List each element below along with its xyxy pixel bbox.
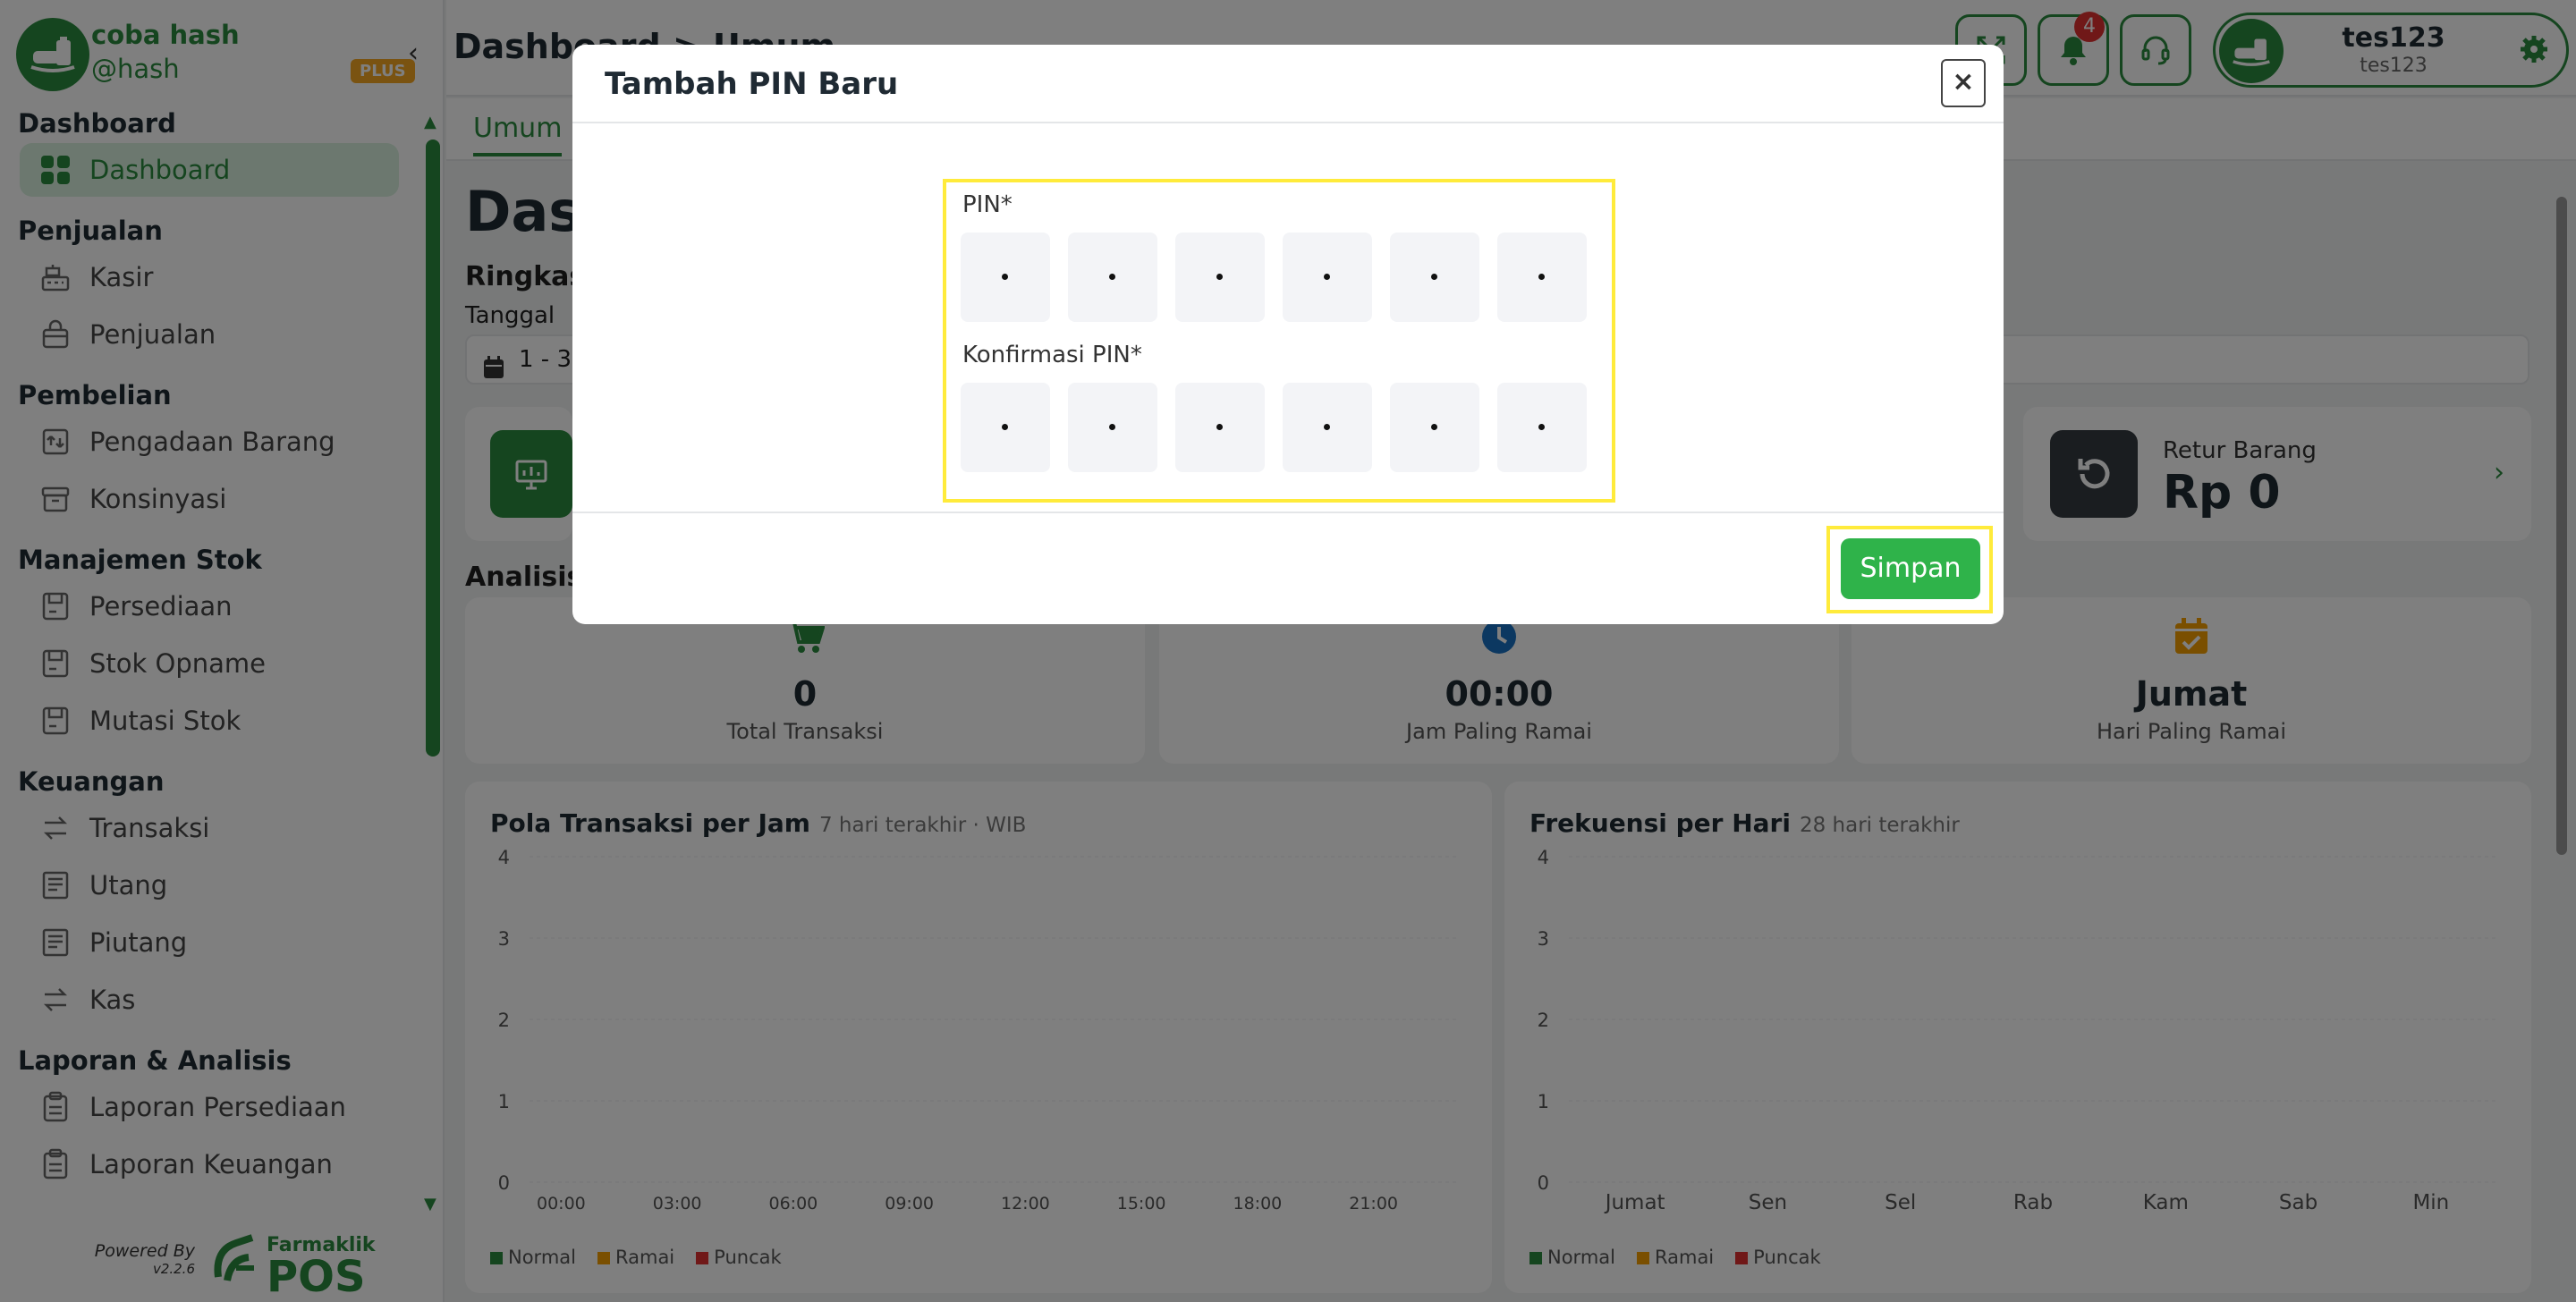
confirm-pin-digit-input[interactable] (1068, 383, 1157, 472)
pin-digit-mask (1109, 274, 1115, 280)
app-root: coba hash @hash PLUS ‹ Dashboard Dashboa… (0, 0, 2576, 1302)
pin-digit-input[interactable] (1175, 232, 1265, 322)
pin-digit-input[interactable] (1068, 232, 1157, 322)
pin-digit-mask (1538, 274, 1545, 280)
save-button[interactable]: Simpan (1841, 538, 1980, 599)
pin-digit-input[interactable] (961, 232, 1050, 322)
pin-digit-mask (1538, 424, 1545, 430)
modal-title: Tambah PIN Baru (605, 66, 899, 102)
pin-input-row (961, 232, 1587, 322)
pin-digit-input[interactable] (1497, 232, 1587, 322)
modal-divider (572, 512, 2004, 513)
confirm-pin-digit-input[interactable] (1497, 383, 1587, 472)
pin-digit-mask (1216, 274, 1223, 280)
pin-digit-input[interactable] (1283, 232, 1372, 322)
pin-digit-mask (1324, 274, 1330, 280)
confirm-pin-digit-input[interactable] (1283, 383, 1372, 472)
close-button[interactable]: × (1941, 59, 1986, 107)
pin-digit-input[interactable] (1390, 232, 1479, 322)
pin-digit-mask (1431, 274, 1437, 280)
pin-digit-mask (1431, 424, 1437, 430)
pin-form-highlight: PIN* Konfirmasi PIN* (943, 179, 1615, 503)
confirm-pin-label: Konfirmasi PIN* (962, 342, 1142, 368)
add-pin-modal: Tambah PIN Baru × PIN* Konfirmasi PIN* S… (572, 45, 2004, 624)
pin-digit-mask (1324, 424, 1330, 430)
confirm-pin-input-row (961, 383, 1587, 472)
confirm-pin-digit-input[interactable] (1390, 383, 1479, 472)
confirm-pin-digit-input[interactable] (961, 383, 1050, 472)
pin-digit-mask (1216, 424, 1223, 430)
pin-digit-mask (1002, 274, 1008, 280)
pin-label: PIN* (962, 191, 1013, 218)
pin-digit-mask (1002, 424, 1008, 430)
modal-divider (572, 122, 2004, 123)
pin-digit-mask (1109, 424, 1115, 430)
confirm-pin-digit-input[interactable] (1175, 383, 1265, 472)
